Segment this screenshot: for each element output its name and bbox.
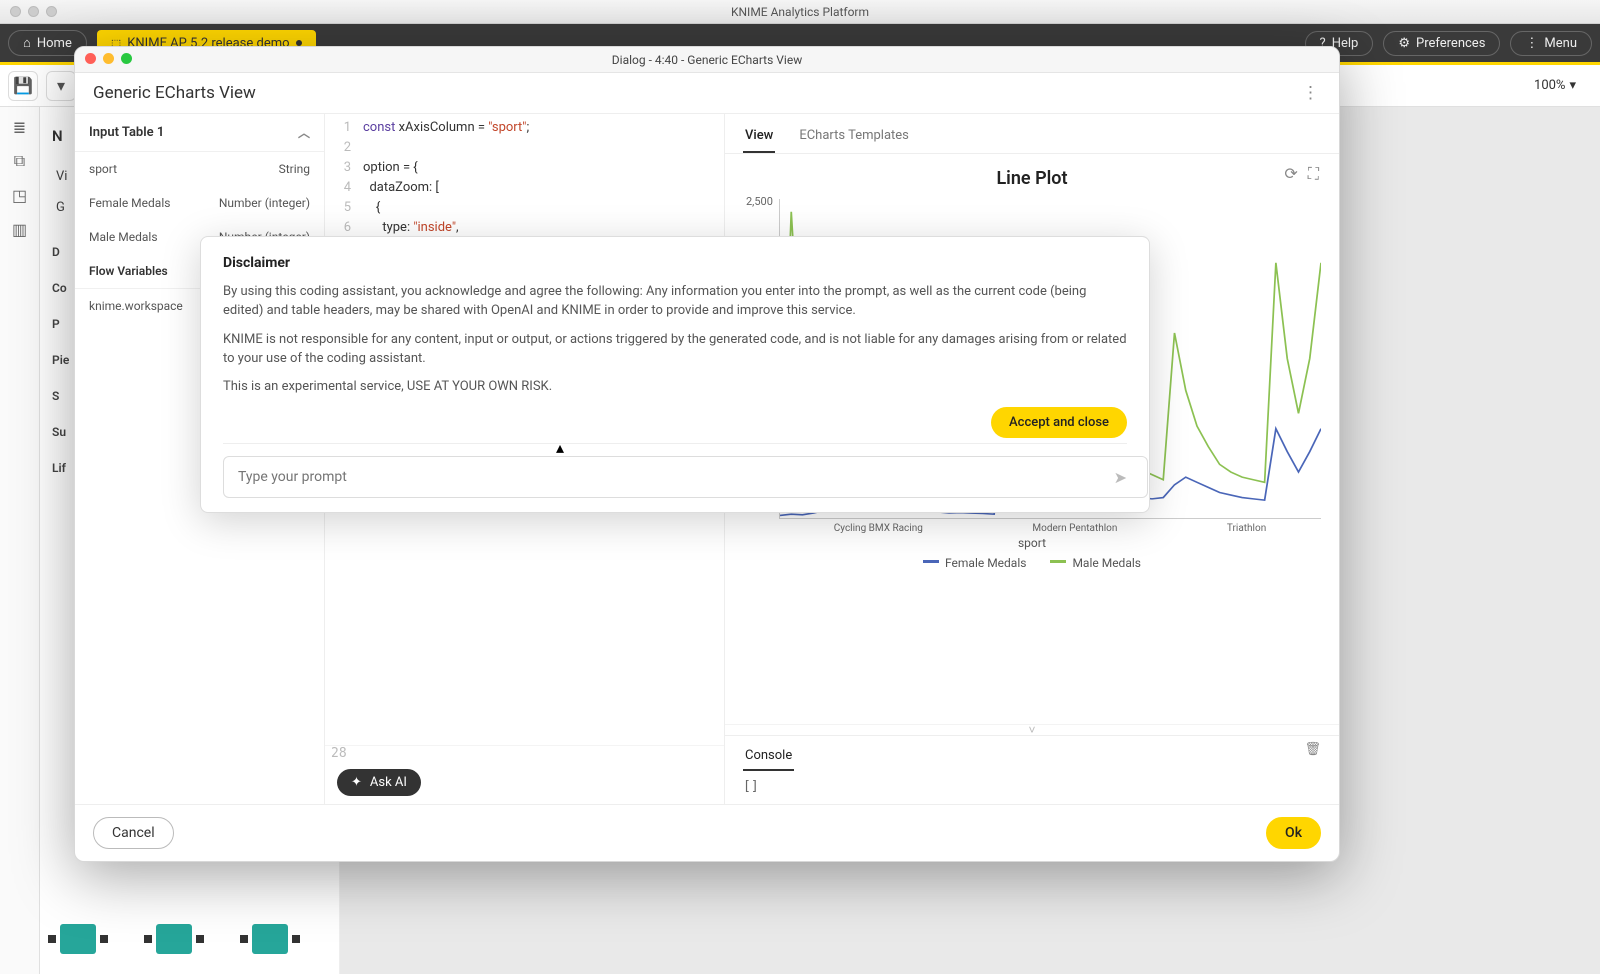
x-ticks: Cycling BMX Racing Modern Pentathlon Tri… (779, 523, 1321, 534)
traffic-lights-outer (10, 6, 57, 17)
console-panel: Console 🗑 [] (725, 735, 1339, 804)
send-icon[interactable]: ➤ (1114, 468, 1127, 487)
dialog-titlebar: Dialog - 4:40 - Generic ECharts View (75, 47, 1339, 73)
dialog-title: Generic ECharts View (93, 83, 256, 103)
section-label: Flow Variables (89, 264, 168, 278)
ask-ai-button[interactable]: ✦ Ask AI (337, 769, 421, 796)
left-rail: ≣ ⧉ ◳ ▥ (0, 107, 40, 974)
legend-item-male[interactable]: Male Medals (1050, 556, 1141, 570)
preferences-button[interactable]: ⚙ Preferences (1383, 31, 1500, 56)
col-name: Male Medals (89, 230, 158, 244)
ask-ai-label: Ask AI (370, 775, 407, 790)
chart-title: Line Plot (743, 168, 1321, 189)
col-type: String (279, 162, 310, 176)
dialog-footer: Cancel Ok (75, 804, 1339, 861)
disclaimer-text: This is an experimental service, USE AT … (223, 378, 1127, 397)
flowvar-name: knime.workspace (89, 299, 183, 313)
app-titlebar: KNIME Analytics Platform (0, 0, 1600, 24)
gear-icon: ⚙ (1398, 36, 1410, 51)
disclaimer-title: Disclaimer (223, 255, 1127, 271)
workflow-node[interactable] (252, 924, 288, 954)
menu-label: Menu (1544, 36, 1577, 51)
close-icon[interactable] (85, 53, 96, 64)
max-dot[interactable] (46, 6, 57, 17)
menu-button[interactable]: ⋮ Menu (1510, 31, 1592, 56)
prompt-row: ➤ (223, 443, 1127, 498)
chart-legend: Female Medals Male Medals (743, 556, 1321, 570)
legend-label: Female Medals (945, 556, 1026, 570)
tab-view[interactable]: View (743, 120, 775, 153)
zoom-label: 100% (1534, 78, 1565, 93)
collapse-handle-icon[interactable]: ˅ (725, 724, 1339, 735)
disclaimer-text: KNIME is not responsible for any content… (223, 331, 1127, 369)
console-output: [] (743, 779, 1321, 794)
legend-item-female[interactable]: Female Medals (923, 556, 1026, 570)
zoom-control[interactable]: 100% ▾ (1534, 78, 1592, 93)
col-type: Number (integer) (219, 196, 310, 210)
legend-label: Male Medals (1072, 556, 1141, 570)
column-row: Female Medals Number (integer) (75, 186, 324, 220)
disclaimer-text: By using this coding assistant, you ackn… (223, 283, 1127, 321)
preview-tabs: View ECharts Templates (725, 114, 1339, 154)
toolbar-dropdown-icon[interactable]: ▾ (46, 71, 76, 101)
ai-disclaimer-modal: Disclaimer By using this coding assistan… (200, 236, 1150, 513)
app-title: KNIME Analytics Platform (731, 5, 869, 19)
rail-cube-icon[interactable]: ◳ (6, 181, 34, 209)
rail-description-icon[interactable]: ≣ (6, 113, 34, 141)
col-name: Female Medals (89, 196, 170, 210)
menu-icon: ⋮ (1525, 36, 1538, 51)
node-strip (60, 924, 288, 954)
cancel-button[interactable]: Cancel (93, 817, 174, 849)
minimize-icon[interactable] (103, 53, 114, 64)
x-tick: Modern Pentathlon (1032, 523, 1117, 534)
close-dot[interactable] (10, 6, 21, 17)
chevron-down-icon: ▾ (1569, 78, 1576, 93)
y-tick: 2,500 (746, 195, 773, 208)
dialog-window-title: Dialog - 4:40 - Generic ECharts View (612, 53, 802, 67)
workflow-node[interactable] (60, 924, 96, 954)
column-row: sport String (75, 152, 324, 186)
console-tab[interactable]: Console (743, 742, 794, 771)
home-icon: ⌂ (23, 35, 31, 51)
chevron-up-icon: ︿ (298, 124, 310, 141)
expand-icon[interactable]: ⛶ (1308, 164, 1319, 184)
min-dot[interactable] (28, 6, 39, 17)
prefs-label: Preferences (1416, 36, 1485, 51)
input-table-section[interactable]: Input Table 1 ︿ (75, 114, 324, 152)
traffic-lights-dialog (85, 53, 132, 64)
x-tick: Cycling BMX Racing (834, 523, 923, 534)
home-label: Home (37, 36, 72, 51)
maximize-icon[interactable] (121, 53, 132, 64)
save-icon[interactable]: 💾 (8, 71, 38, 101)
restore-icon[interactable]: ⟳ (1284, 164, 1297, 184)
workflow-node[interactable] (156, 924, 192, 954)
ok-button[interactable]: Ok (1266, 817, 1321, 849)
dialog-header: Generic ECharts View ⋮ (75, 73, 1339, 114)
mouse-cursor-icon: ▴ (556, 438, 564, 457)
x-tick: Triathlon (1227, 523, 1266, 534)
more-icon[interactable]: ⋮ (1302, 83, 1321, 103)
prompt-input[interactable] (223, 456, 1148, 498)
section-label: Input Table 1 (89, 125, 164, 140)
gutter-last: 28 (325, 745, 724, 761)
trash-icon[interactable]: 🗑 (1304, 742, 1321, 757)
rail-copy-icon[interactable]: ⧉ (6, 147, 34, 175)
col-name: sport (89, 162, 117, 176)
accept-close-button[interactable]: Accept and close (991, 407, 1127, 438)
sparkle-icon: ✦ (351, 775, 362, 790)
x-axis-label: sport (743, 536, 1321, 550)
tab-templates[interactable]: ECharts Templates (797, 120, 911, 153)
rail-monitor-icon[interactable]: ▥ (6, 215, 34, 243)
